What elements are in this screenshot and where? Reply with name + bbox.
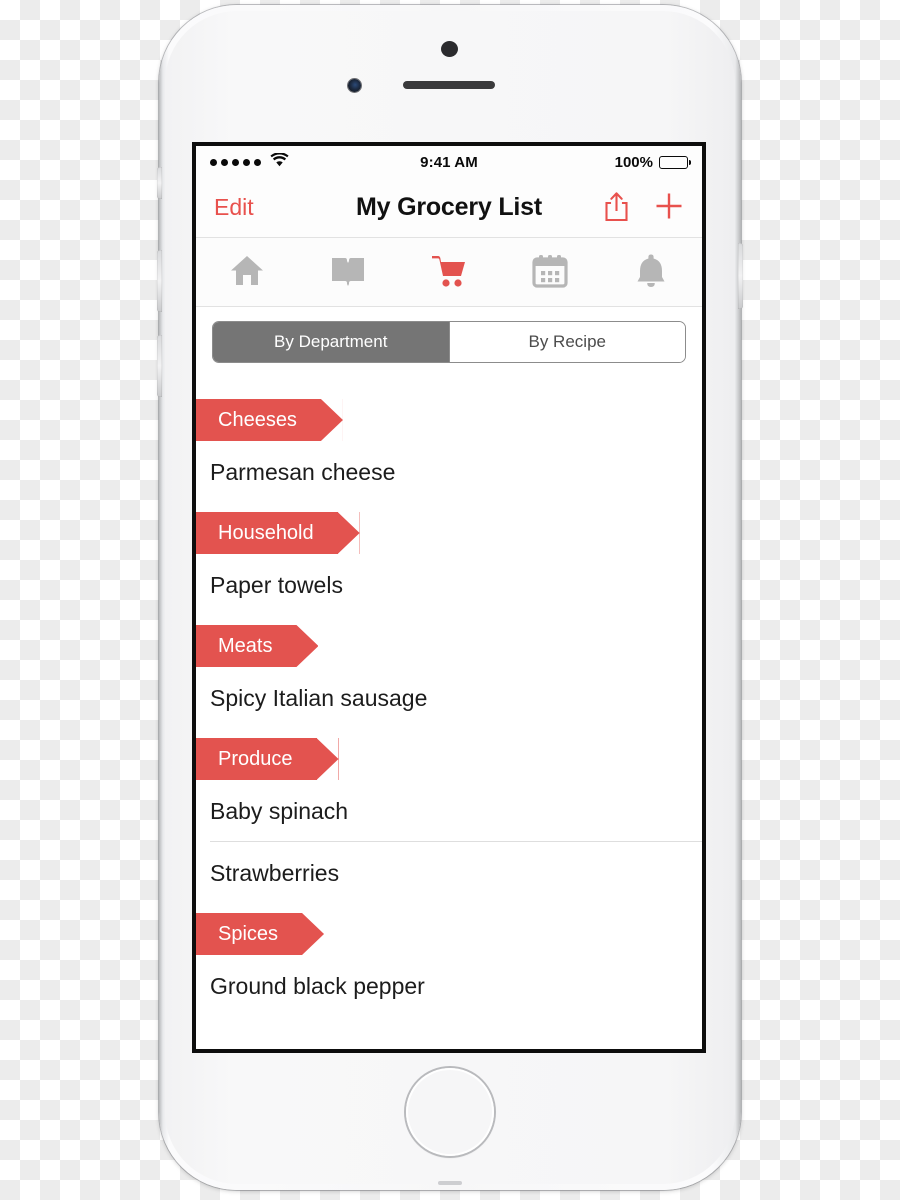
phone-screen: 9:41 AM 100% Edit My Grocery List By Dep… [192,142,706,1053]
bell-icon [635,253,667,291]
home-icon [229,254,265,291]
list-item[interactable]: Paper towels [196,554,702,615]
list-item[interactable]: Ground black pepper [196,955,702,1016]
list-item[interactable]: Spicy Italian sausage [196,667,702,728]
tab-grocery-list[interactable] [398,238,499,306]
status-bar-right: 100% [614,153,691,171]
section-header-row: Meats [196,615,702,667]
tab-planner[interactable] [500,238,601,306]
book-icon [330,255,366,290]
section-header-row: Cheeses [196,389,702,441]
section-header-ribbon: Produce [196,738,339,780]
bottom-speaker-notch [438,1181,462,1185]
tab-home[interactable] [196,238,297,306]
list-item[interactable]: Strawberries [196,842,702,903]
calendar-icon [532,254,568,291]
battery-percentage: 100% [614,153,653,171]
shopping-cart-icon [430,254,468,291]
section-header-ribbon: Meats [196,625,319,667]
front-camera-icon [441,41,458,57]
status-bar-left [210,151,289,172]
section-header-ribbon: Cheeses [196,399,343,441]
tab-bar [196,238,702,307]
segmented-control-container: By Department By Recipe [196,307,702,379]
power-button[interactable] [738,243,743,309]
segmented-control: By Department By Recipe [212,321,686,363]
navigation-bar: Edit My Grocery List [196,178,702,238]
add-item-button[interactable] [654,191,684,224]
wifi-icon [270,151,289,172]
home-button[interactable] [404,1066,496,1158]
proximity-sensor-icon [348,79,361,92]
section-header-row: Household [196,502,702,554]
segment-by-department[interactable]: By Department [213,322,449,362]
mute-switch-button[interactable] [157,167,162,199]
edit-button[interactable]: Edit [214,194,254,221]
section-header-row: Produce [196,728,702,780]
battery-icon [659,155,691,169]
section-header-ribbon: Household [196,512,360,554]
tab-recipes[interactable] [297,238,398,306]
segment-by-recipe[interactable]: By Recipe [448,322,685,362]
plus-icon [654,191,684,224]
section-header-ribbon: Spices [196,913,325,955]
tab-reminders[interactable] [601,238,702,306]
cellular-signal-icon [210,158,261,166]
share-icon [603,191,630,225]
section-header-row: Spices [196,903,702,955]
share-button[interactable] [603,191,630,225]
list-item[interactable]: Parmesan cheese [196,441,702,502]
earpiece-speaker [403,81,495,89]
navigation-bar-actions [603,191,684,225]
status-bar: 9:41 AM 100% [196,146,702,178]
list-item[interactable]: Baby spinach [196,780,702,841]
volume-up-button[interactable] [157,250,162,312]
grocery-list: Cheeses Parmesan cheese Household Paper tow… [196,379,702,1049]
volume-down-button[interactable] [157,335,162,397]
